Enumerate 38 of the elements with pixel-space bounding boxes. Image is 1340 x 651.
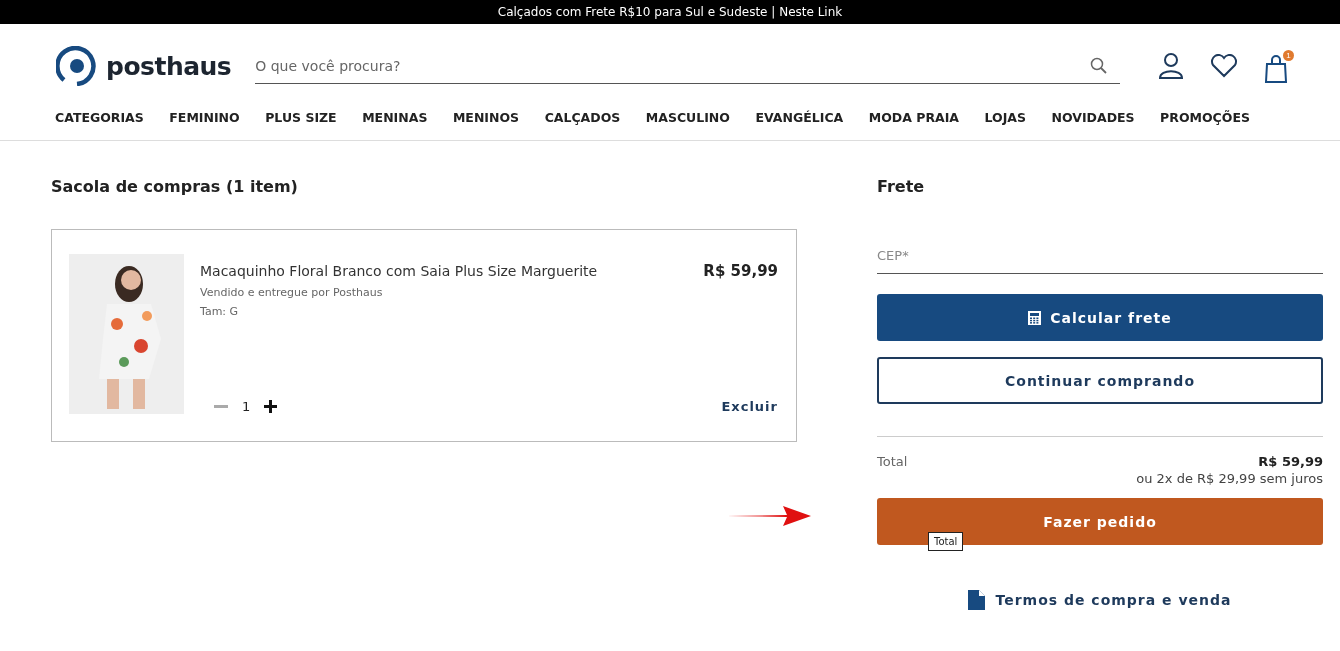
cart-count: 1 <box>1283 49 1294 61</box>
remove-link[interactable]: Excluir <box>721 399 778 414</box>
tooltip: Total <box>928 532 964 551</box>
logo-icon <box>56 46 98 86</box>
nav-link[interactable]: MENINAS <box>362 109 428 125</box>
calculator-icon <box>1028 310 1042 325</box>
announcement-bar[interactable]: Calçados com Frete R$10 para Sul e Sudeste | Neste Link <box>0 0 1340 24</box>
nav-link[interactable]: NOVIDADES <box>1051 109 1135 125</box>
total-label: Total <box>877 454 908 469</box>
nav-link[interactable]: CALÇADOS <box>544 109 621 125</box>
installments-text: ou 2x de R$ 29,99 sem juros <box>1135 471 1323 486</box>
nav-link[interactable]: MASCULINO <box>645 109 730 125</box>
nav-link[interactable]: CATEGORIAS <box>55 109 144 125</box>
document-icon <box>968 590 986 610</box>
seller-text: Vendido e entregue por Posthaus <box>200 286 384 299</box>
logo-text: posthaus <box>106 51 232 81</box>
total-value: R$ 59,99 <box>1258 454 1323 469</box>
nav-link[interactable]: PROMOÇÕES <box>1160 109 1250 125</box>
nav-link[interactable]: MODA PRAIA <box>868 109 960 125</box>
terms-link[interactable]: Termos de compra e venda <box>968 590 1232 610</box>
account-button[interactable] <box>1158 52 1184 80</box>
calculate-shipping-button[interactable]: Calcular frete <box>877 294 1323 341</box>
plus-icon[interactable] <box>264 400 278 413</box>
nav-link[interactable]: LOJAS <box>984 109 1027 125</box>
product-price: R$ 59,99 <box>703 262 778 280</box>
size-text: Tam: G <box>200 305 240 318</box>
favorites-button[interactable] <box>1210 54 1238 78</box>
search-field[interactable]: O que você procura? <box>255 48 1120 84</box>
continue-shopping-button[interactable]: Continuar comprando <box>877 357 1323 404</box>
nav-link[interactable]: EVANGÉLICA <box>755 109 844 125</box>
nav-link[interactable]: PLUS SIZE <box>265 109 337 125</box>
nav-link[interactable]: FEMININO <box>169 109 240 125</box>
quantity-value: 1 <box>242 399 251 414</box>
search-icon[interactable] <box>1090 57 1108 75</box>
product-name[interactable]: Macaquinho Floral Branco com Saia Plus Size Marguerite <box>200 263 598 280</box>
shipping-title: Frete <box>877 177 926 196</box>
cart-title: Sacola de compras (1 item) <box>51 177 299 196</box>
nav-link[interactable]: MENINOS <box>452 109 520 125</box>
